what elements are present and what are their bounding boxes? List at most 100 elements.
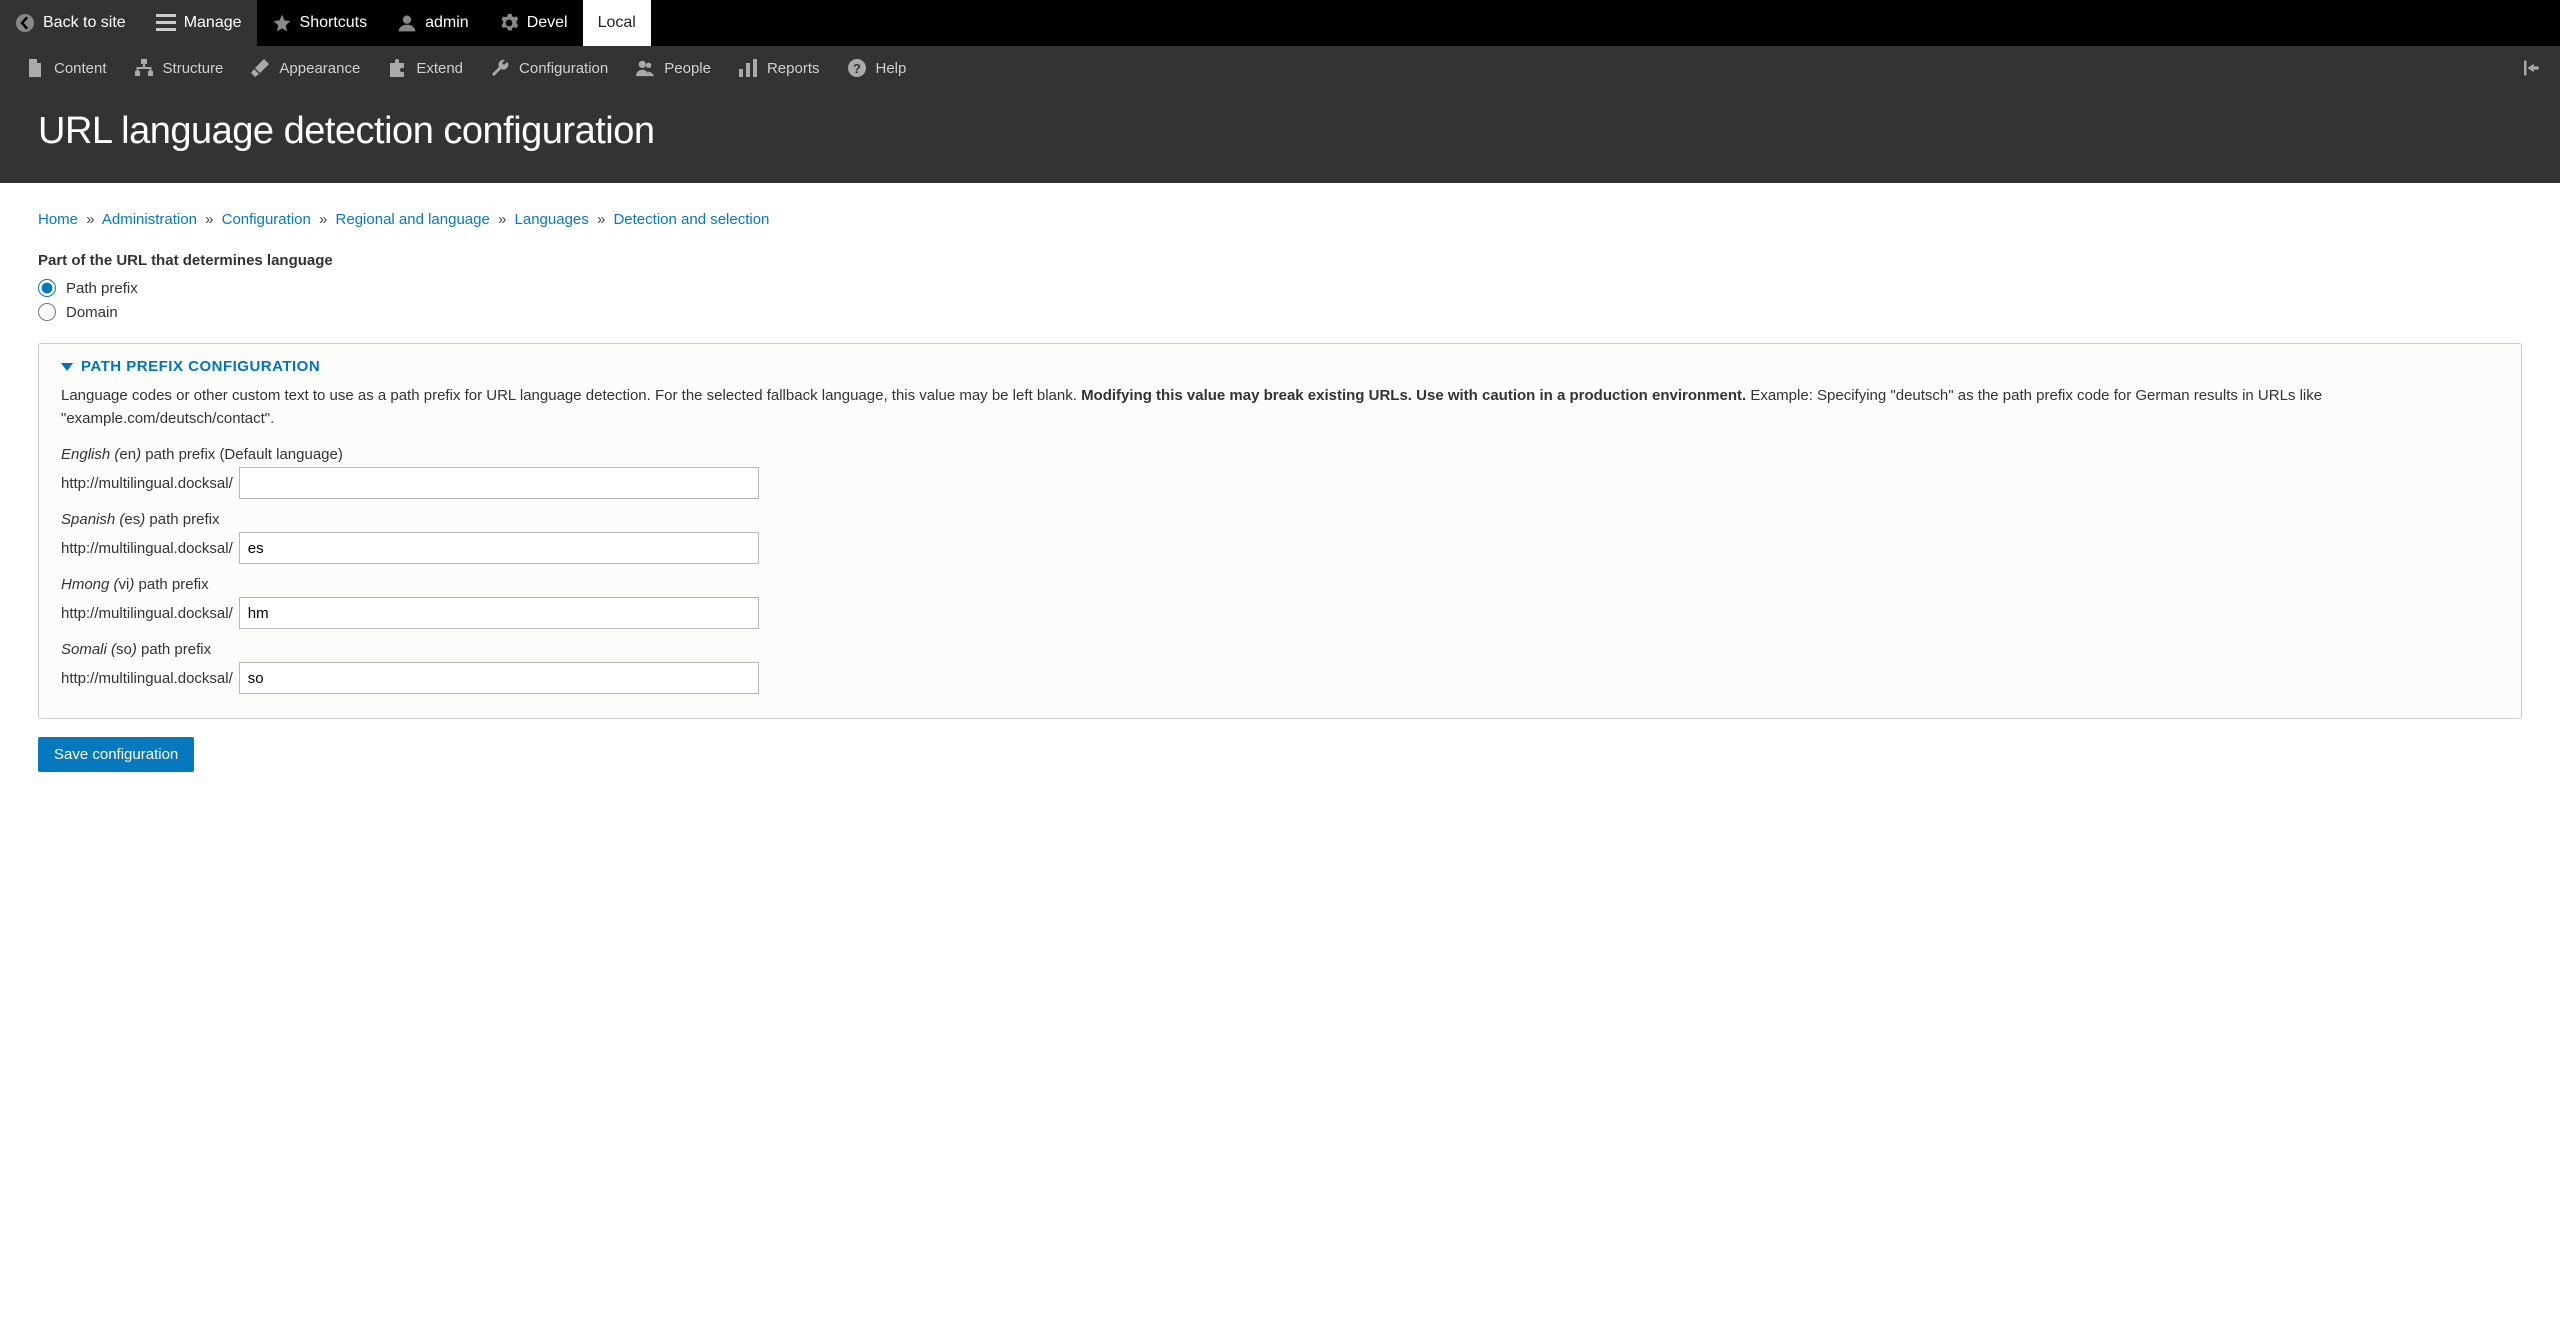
menu-help[interactable]: ? Help bbox=[834, 46, 921, 90]
back-to-site-button[interactable]: Back to site bbox=[0, 0, 141, 46]
path-prefix-input-es[interactable] bbox=[239, 532, 759, 564]
lang-suffix: path prefix bbox=[134, 576, 208, 593]
back-to-site-label: Back to site bbox=[43, 14, 126, 32]
menu-reports[interactable]: Reports bbox=[725, 46, 834, 90]
menu-extend[interactable]: Extend bbox=[374, 46, 477, 90]
url-base-label: http://multilingual.docksal/ bbox=[61, 540, 233, 557]
menu-label: Structure bbox=[163, 60, 224, 77]
toggle-orientation-button[interactable] bbox=[2518, 46, 2548, 90]
svg-text:?: ? bbox=[853, 61, 861, 76]
breadcrumb-link[interactable]: Home bbox=[38, 211, 78, 228]
page-title-region: URL language detection configuration bbox=[0, 90, 2560, 183]
puzzle-icon bbox=[388, 59, 406, 77]
devel-button[interactable]: Devel bbox=[484, 0, 583, 46]
lang-suffix: path prefix (Default language) bbox=[141, 446, 343, 463]
sitemap-icon bbox=[135, 59, 153, 77]
menu-people[interactable]: People bbox=[622, 46, 725, 90]
local-label: Local bbox=[598, 14, 636, 32]
input-row-es: http://multilingual.docksal/ bbox=[61, 532, 2499, 564]
menu-label: People bbox=[664, 60, 711, 77]
paintbrush-icon bbox=[251, 59, 269, 77]
path-prefix-input-so[interactable] bbox=[239, 662, 759, 694]
url-base-label: http://multilingual.docksal/ bbox=[61, 670, 233, 687]
people-icon bbox=[636, 59, 654, 77]
url-part-legend: Part of the URL that determines language bbox=[38, 252, 2522, 269]
help-text-plain: Language codes or other custom text to u… bbox=[61, 387, 1081, 404]
help-text: Language codes or other custom text to u… bbox=[61, 385, 2499, 430]
breadcrumb-link[interactable]: Configuration bbox=[222, 211, 311, 228]
menu-label: Content bbox=[54, 60, 107, 77]
breadcrumb-link[interactable]: Languages bbox=[515, 211, 589, 228]
question-circle-icon: ? bbox=[848, 59, 866, 77]
menu-label: Extend bbox=[416, 60, 463, 77]
manage-label: Manage bbox=[184, 14, 242, 32]
menu-content[interactable]: Content bbox=[12, 46, 121, 90]
bar-chart-icon bbox=[739, 59, 757, 77]
breadcrumb: Home » Administration » Configuration » … bbox=[38, 211, 2522, 228]
url-base-label: http://multilingual.docksal/ bbox=[61, 475, 233, 492]
user-icon bbox=[397, 13, 417, 33]
page-title: URL language detection configuration bbox=[38, 110, 2522, 153]
chevron-left-circle-icon bbox=[15, 13, 35, 33]
content-region: Home » Administration » Configuration » … bbox=[0, 183, 2560, 812]
path-prefix-configuration-section: PATH PREFIX CONFIGURATION Language codes… bbox=[38, 343, 2522, 719]
lang-name: Somali bbox=[61, 641, 107, 658]
breadcrumb-link[interactable]: Detection and selection bbox=[613, 211, 769, 228]
menu-label: Reports bbox=[767, 60, 820, 77]
lang-code: es bbox=[124, 511, 140, 528]
hamburger-icon bbox=[156, 14, 176, 32]
radio-path-prefix-input[interactable] bbox=[38, 279, 56, 297]
menu-appearance[interactable]: Appearance bbox=[237, 46, 374, 90]
menu-label: Help bbox=[876, 60, 907, 77]
input-row-vi: http://multilingual.docksal/ bbox=[61, 597, 2499, 629]
devel-label: Devel bbox=[527, 14, 568, 32]
document-icon bbox=[26, 59, 44, 77]
shortcuts-button[interactable]: Shortcuts bbox=[257, 0, 383, 46]
star-icon bbox=[272, 13, 292, 33]
lang-label-en: English (en) path prefix (Default langua… bbox=[61, 446, 2499, 463]
lang-name: Spanish bbox=[61, 511, 115, 528]
section-summary[interactable]: PATH PREFIX CONFIGURATION bbox=[39, 344, 2521, 385]
admin-menu: Content Structure Appearance Extend Conf… bbox=[0, 46, 2560, 90]
chevron-down-icon bbox=[61, 363, 73, 371]
radio-domain[interactable]: Domain bbox=[38, 303, 2522, 321]
breadcrumb-link[interactable]: Administration bbox=[102, 211, 197, 228]
menu-configuration[interactable]: Configuration bbox=[477, 46, 622, 90]
user-label: admin bbox=[425, 14, 469, 32]
path-prefix-input-en[interactable] bbox=[239, 467, 759, 499]
radio-path-prefix[interactable]: Path prefix bbox=[38, 279, 2522, 297]
radio-label: Domain bbox=[66, 304, 118, 321]
gear-icon bbox=[499, 13, 519, 33]
breadcrumb-sep: » bbox=[205, 211, 213, 228]
breadcrumb-sep: » bbox=[597, 211, 605, 228]
input-row-so: http://multilingual.docksal/ bbox=[61, 662, 2499, 694]
url-base-label: http://multilingual.docksal/ bbox=[61, 605, 233, 622]
path-prefix-input-vi[interactable] bbox=[239, 597, 759, 629]
collapse-icon bbox=[2524, 59, 2542, 77]
breadcrumb-sep: » bbox=[319, 211, 327, 228]
shortcuts-label: Shortcuts bbox=[300, 14, 368, 32]
user-button[interactable]: admin bbox=[382, 0, 484, 46]
radio-label: Path prefix bbox=[66, 280, 138, 297]
wrench-icon bbox=[491, 59, 509, 77]
breadcrumb-link[interactable]: Regional and language bbox=[336, 211, 490, 228]
lang-code: en bbox=[119, 446, 136, 463]
lang-label-so: Somali (so) path prefix bbox=[61, 641, 2499, 658]
lang-code: so bbox=[116, 641, 132, 658]
help-text-strong: Modifying this value may break existing … bbox=[1081, 387, 1746, 404]
lang-suffix: path prefix bbox=[145, 511, 219, 528]
lang-label-es: Spanish (es) path prefix bbox=[61, 511, 2499, 528]
manage-button[interactable]: Manage bbox=[141, 0, 257, 46]
top-toolbar: Back to site Manage Shortcuts admin Deve… bbox=[0, 0, 2560, 46]
breadcrumb-sep: » bbox=[498, 211, 506, 228]
menu-label: Appearance bbox=[279, 60, 360, 77]
menu-label: Configuration bbox=[519, 60, 608, 77]
radio-domain-input[interactable] bbox=[38, 303, 56, 321]
local-button[interactable]: Local bbox=[583, 0, 651, 46]
save-configuration-button[interactable]: Save configuration bbox=[38, 737, 194, 772]
lang-suffix: path prefix bbox=[137, 641, 211, 658]
menu-structure[interactable]: Structure bbox=[121, 46, 238, 90]
lang-code: vi bbox=[119, 576, 130, 593]
breadcrumb-sep: » bbox=[86, 211, 94, 228]
lang-name: Hmong bbox=[61, 576, 109, 593]
